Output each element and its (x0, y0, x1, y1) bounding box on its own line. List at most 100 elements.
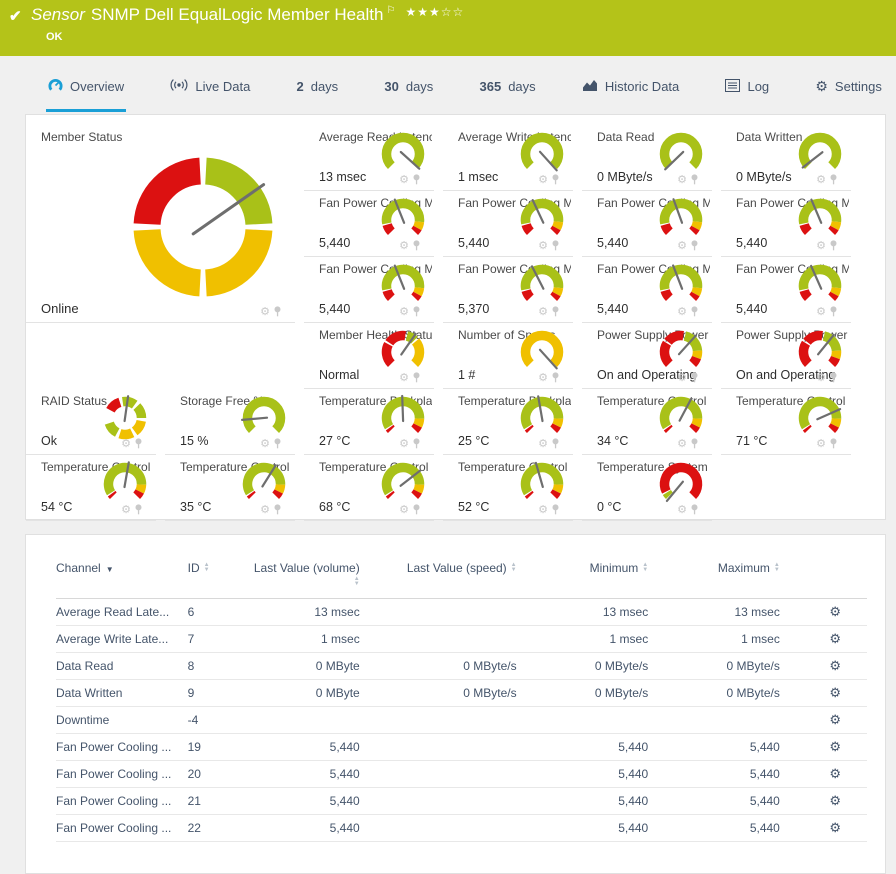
gear-icon[interactable]: ⚙ (816, 373, 826, 383)
pin-icon[interactable] (412, 438, 421, 449)
gear-icon[interactable]: ⚙ (260, 505, 270, 515)
pin-icon[interactable] (829, 438, 838, 449)
pin-icon[interactable] (690, 372, 699, 383)
column-header-last-value-volume-[interactable]: Last Value (volume)▲▼ (248, 561, 359, 599)
channel-tile-power-supply-1[interactable]: Power Supply Power C...On and Operating⚙ (582, 323, 712, 389)
channel-tile-fan-power-cooling-2[interactable]: Fan Power Cooling Mo...5,440⚙ (443, 191, 573, 257)
channel-tile-temperature-backplane-1[interactable]: Temperature Backplan...27 °C⚙ (304, 389, 434, 455)
gear-icon[interactable]: ⚙ (260, 439, 270, 449)
pin-icon[interactable] (273, 438, 282, 449)
channel-settings-gear-icon[interactable]: ⚙ (829, 712, 841, 727)
channel-tile-fan-power-cooling-4[interactable]: Fan Power Cooling Mo...5,440⚙ (721, 191, 851, 257)
gear-icon[interactable]: ⚙ (677, 439, 687, 449)
table-row[interactable]: Data Read80 MByte0 MByte/s0 MByte/s0 MBy… (56, 653, 867, 680)
channel-settings-gear-icon[interactable]: ⚙ (829, 685, 841, 700)
channel-tile-temperature-backplane-2[interactable]: Temperature Backplan...25 °C⚙ (443, 389, 573, 455)
pin-icon[interactable] (829, 372, 838, 383)
gear-icon[interactable]: ⚙ (538, 505, 548, 515)
gear-icon[interactable]: ⚙ (399, 505, 409, 515)
gear-icon[interactable]: ⚙ (399, 307, 409, 317)
tab-overview[interactable]: Overview (46, 59, 126, 112)
channel-tile-fan-power-cooling-7[interactable]: Fan Power Cooling Mo...5,440⚙ (582, 257, 712, 323)
gear-icon[interactable]: ⚙ (538, 175, 548, 185)
channel-tile-fan-power-cooling-5[interactable]: Fan Power Cooling Mo...5,440⚙ (304, 257, 434, 323)
pin-icon[interactable] (690, 504, 699, 515)
channel-tile-temperature-control-3[interactable]: Temperature Control m...54 °C⚙ (26, 455, 156, 521)
sort-icon[interactable]: ▲▼ (204, 563, 210, 573)
table-row[interactable]: Fan Power Cooling ...215,4405,4405,440⚙ (56, 788, 867, 815)
flag-icon[interactable]: ⚐ (386, 5, 395, 16)
channel-tile-member-health-status[interactable]: Member Health StatusNormal⚙ (304, 323, 434, 389)
channel-settings-gear-icon[interactable]: ⚙ (829, 739, 841, 754)
gear-icon[interactable]: ⚙ (816, 307, 826, 317)
channel-tile-fan-power-cooling-6[interactable]: Fan Power Cooling Mo...5,370⚙ (443, 257, 573, 323)
pin-icon[interactable] (134, 504, 143, 515)
pin-icon[interactable] (551, 174, 560, 185)
pin-icon[interactable] (273, 306, 282, 317)
tab-historic-data[interactable]: Historic Data (580, 60, 681, 111)
tab-log[interactable]: Log (723, 60, 771, 111)
channel-tile-average-write-latency[interactable]: Average Write Latency1 msec⚙ (443, 125, 573, 191)
channel-tile-average-read-latency[interactable]: Average Read Latency13 msec⚙ (304, 125, 434, 191)
pin-icon[interactable] (690, 174, 699, 185)
channel-settings-gear-icon[interactable]: ⚙ (829, 658, 841, 673)
pin-icon[interactable] (829, 174, 838, 185)
tab-30-days[interactable]: 30days (382, 60, 435, 110)
pin-icon[interactable] (273, 504, 282, 515)
pin-icon[interactable] (690, 240, 699, 251)
table-row[interactable]: Downtime-4⚙ (56, 707, 867, 734)
gear-icon[interactable]: ⚙ (816, 241, 826, 251)
table-row[interactable]: Average Read Late...613 msec13 msec13 ms… (56, 599, 867, 626)
sort-icon[interactable]: ▲▼ (354, 577, 360, 587)
channel-tile-member-status[interactable]: Member StatusOnline⚙ (26, 125, 295, 323)
channel-settings-gear-icon[interactable]: ⚙ (829, 631, 841, 646)
channel-tile-data-written[interactable]: Data Written0 MByte/s⚙ (721, 125, 851, 191)
pin-icon[interactable] (412, 240, 421, 251)
gear-icon[interactable]: ⚙ (677, 307, 687, 317)
gear-icon[interactable]: ⚙ (677, 241, 687, 251)
pin-icon[interactable] (829, 306, 838, 317)
channel-tile-fan-power-cooling-1[interactable]: Fan Power Cooling Mo...5,440⚙ (304, 191, 434, 257)
pin-icon[interactable] (551, 438, 560, 449)
table-row[interactable]: Fan Power Cooling ...205,4405,4405,440⚙ (56, 761, 867, 788)
gear-icon[interactable]: ⚙ (816, 439, 826, 449)
pin-icon[interactable] (551, 372, 560, 383)
channel-tile-temperature-control-2[interactable]: Temperature Control m...71 °C⚙ (721, 389, 851, 455)
pin-icon[interactable] (690, 438, 699, 449)
sort-icon[interactable]: ▲▼ (774, 563, 780, 573)
channel-tile-storage-free[interactable]: Storage Free %15 %⚙ (165, 389, 295, 455)
table-row[interactable]: Average Write Late...71 msec1 msec1 msec… (56, 626, 867, 653)
pin-icon[interactable] (412, 306, 421, 317)
gear-icon[interactable]: ⚙ (399, 439, 409, 449)
tab-live-data[interactable]: Live Data (168, 59, 252, 111)
pin-icon[interactable] (412, 174, 421, 185)
gear-icon[interactable]: ⚙ (399, 175, 409, 185)
pin-icon[interactable] (134, 438, 143, 449)
sort-desc-icon[interactable]: ▼ (106, 565, 114, 574)
sort-icon[interactable]: ▲▼ (642, 563, 648, 573)
channel-tile-fan-power-cooling-3[interactable]: Fan Power Cooling Mo...5,440⚙ (582, 191, 712, 257)
gear-icon[interactable]: ⚙ (538, 439, 548, 449)
channel-tile-temperature-control-1[interactable]: Temperature Control m...34 °C⚙ (582, 389, 712, 455)
channel-settings-gear-icon[interactable]: ⚙ (829, 766, 841, 781)
gear-icon[interactable]: ⚙ (399, 373, 409, 383)
pin-icon[interactable] (551, 306, 560, 317)
column-header-channel[interactable]: Channel▼ (56, 561, 188, 599)
gear-icon[interactable]: ⚙ (538, 307, 548, 317)
channel-tile-temperature-control-5[interactable]: Temperature Control m...68 °C⚙ (304, 455, 434, 521)
channel-tile-raid-status[interactable]: RAID StatusOk⚙ (26, 389, 156, 455)
column-header-minimum[interactable]: Minimum▲▼ (517, 561, 649, 599)
column-header-last-value-speed-[interactable]: Last Value (speed)▲▼ (360, 561, 517, 599)
channel-settings-gear-icon[interactable]: ⚙ (829, 820, 841, 835)
gear-icon[interactable]: ⚙ (538, 373, 548, 383)
gear-icon[interactable]: ⚙ (816, 175, 826, 185)
channel-tile-temperature-control-6[interactable]: Temperature Control m...52 °C⚙ (443, 455, 573, 521)
channel-settings-gear-icon[interactable]: ⚙ (829, 793, 841, 808)
channel-tile-temperature-system[interactable]: Temperature System0 °C⚙ (582, 455, 712, 521)
gear-icon[interactable]: ⚙ (121, 505, 131, 515)
gear-icon[interactable]: ⚙ (677, 175, 687, 185)
gear-icon[interactable]: ⚙ (121, 439, 131, 449)
sort-icon[interactable]: ▲▼ (511, 563, 517, 573)
table-row[interactable]: Fan Power Cooling ...225,4405,4405,440⚙ (56, 815, 867, 842)
pin-icon[interactable] (412, 504, 421, 515)
